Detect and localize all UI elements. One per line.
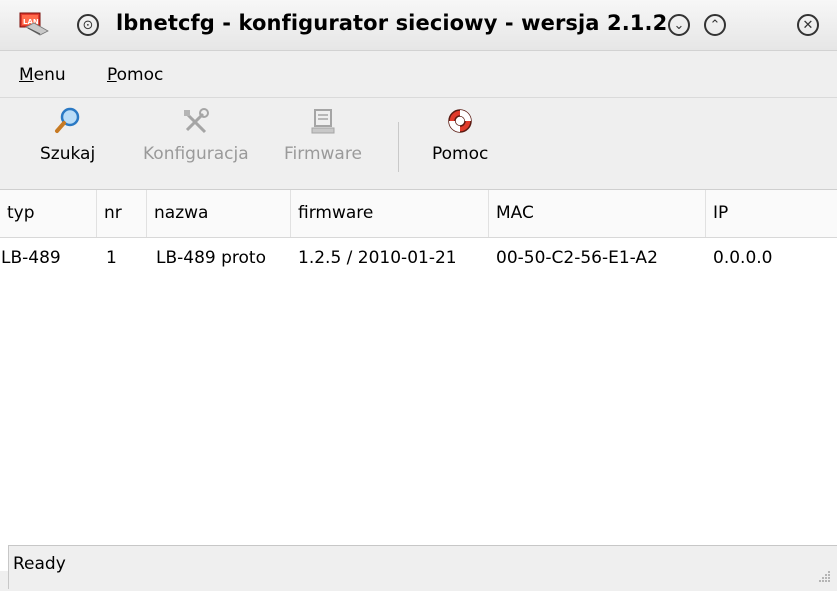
status-text: Ready — [13, 554, 66, 574]
cell-nazwa: LB-489 proto — [156, 248, 266, 268]
main-window: LAN ⊙ lbnetcfg - konfigurator sieciowy -… — [0, 0, 837, 591]
network-app-icon: LAN — [19, 12, 49, 36]
cell-firmware: 1.2.5 / 2010-01-21 — [298, 248, 457, 268]
maximize-button[interactable]: ⌃ — [704, 14, 726, 36]
window-menu-icon: ⊙ — [82, 17, 94, 33]
tools-icon — [179, 104, 213, 138]
firmware-label: Firmware — [284, 144, 362, 164]
window-menu-button[interactable]: ⊙ — [77, 14, 99, 36]
cell-typ: LB-489 — [1, 248, 61, 268]
column-header-firmware[interactable]: firmware — [291, 190, 489, 237]
menu-menu[interactable]: Menu — [19, 65, 66, 85]
chip-icon — [306, 104, 340, 138]
toolbar: Szukaj Konfiguracja Firmware Pomoc — [0, 98, 837, 190]
menu-menu-mnemonic: M — [19, 65, 34, 85]
column-header-typ[interactable]: typ — [0, 190, 97, 237]
toolbar-separator — [398, 122, 399, 172]
help-button[interactable]: Pomoc — [432, 104, 488, 164]
device-table: typ nr nazwa firmware MAC IP LB-489 1 LB… — [0, 190, 837, 571]
resize-grip-icon[interactable] — [817, 569, 831, 583]
search-label: Szukaj — [40, 144, 96, 164]
menu-pomoc[interactable]: Pomoc — [107, 65, 163, 85]
status-panel: Ready — [8, 545, 837, 589]
search-button[interactable]: Szukaj — [40, 104, 95, 164]
cell-nr: 1 — [106, 248, 117, 268]
firmware-button[interactable]: Firmware — [284, 104, 362, 164]
help-label: Pomoc — [432, 144, 489, 164]
cell-ip: 0.0.0.0 — [713, 248, 773, 268]
cell-mac: 00-50-C2-56-E1-A2 — [496, 248, 658, 268]
menu-pomoc-label: omoc — [116, 65, 164, 85]
column-header-nr[interactable]: nr — [97, 190, 147, 237]
table-row[interactable]: LB-489 1 LB-489 proto 1.2.5 / 2010-01-21… — [0, 238, 837, 278]
chevron-down-icon: ⌄ — [673, 17, 685, 33]
menu-bar: Menu Pomoc — [0, 51, 837, 98]
close-icon: ✕ — [802, 17, 814, 33]
config-label: Konfiguracja — [143, 144, 249, 164]
menu-pomoc-mnemonic: P — [107, 65, 117, 85]
lifebuoy-icon — [443, 104, 477, 138]
window-title: lbnetcfg - konfigurator sieciowy - wersj… — [116, 11, 668, 35]
menu-menu-label: enu — [33, 65, 66, 85]
table-header: typ nr nazwa firmware MAC IP — [0, 190, 837, 238]
chevron-up-icon: ⌃ — [709, 17, 721, 33]
column-header-nazwa[interactable]: nazwa — [147, 190, 291, 237]
column-header-mac[interactable]: MAC — [489, 190, 706, 237]
close-button[interactable]: ✕ — [797, 14, 819, 36]
magnifier-icon — [51, 104, 85, 138]
column-header-ip[interactable]: IP — [706, 190, 837, 237]
config-button[interactable]: Konfiguracja — [143, 104, 249, 164]
status-bar: Ready — [8, 545, 837, 591]
minimize-button[interactable]: ⌄ — [668, 14, 690, 36]
title-bar[interactable]: LAN ⊙ lbnetcfg - konfigurator sieciowy -… — [0, 0, 837, 51]
